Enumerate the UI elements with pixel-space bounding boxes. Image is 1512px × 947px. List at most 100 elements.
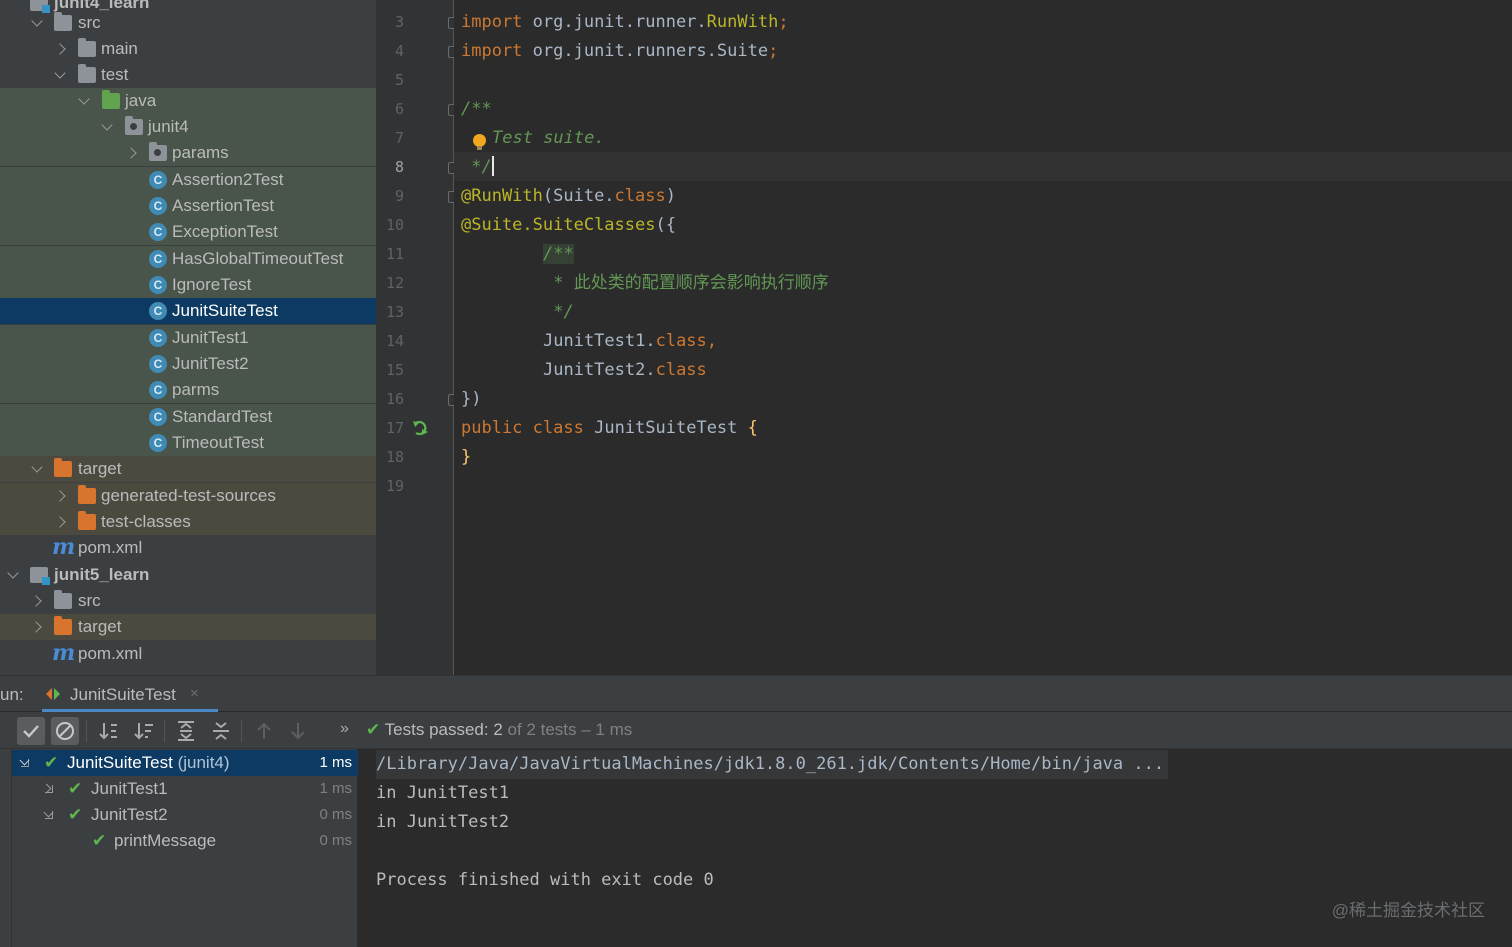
test-node-junitsuitetest[interactable]: ✔ JunitSuiteTest (junit4) 1 ms — [12, 750, 358, 776]
code-line-8: */ — [461, 156, 494, 177]
console-output[interactable]: /Library/Java/JavaVirtualMachines/jdk1.8… — [359, 749, 1512, 947]
tree-item-assertion2test[interactable]: C Assertion2Test — [0, 167, 376, 193]
class-icon: C — [149, 302, 167, 320]
line-number: 4 — [394, 42, 404, 60]
class-icon: C — [149, 381, 167, 399]
expand-all-icon — [178, 721, 194, 741]
chevron-down-icon[interactable] — [77, 88, 91, 114]
class-icon: C — [149, 250, 167, 268]
class-icon: C — [149, 434, 167, 452]
line-number: 6 — [394, 100, 404, 118]
passed-check-icon: ✔ — [92, 831, 107, 850]
tree-item-hasglobaltimeouttest[interactable]: C HasGlobalTimeoutTest — [0, 246, 376, 272]
tree-item-test-classes[interactable]: test-classes — [0, 509, 376, 535]
class-icon: C — [149, 276, 167, 294]
package-icon — [149, 142, 167, 161]
tab-junitsuitetest[interactable]: JunitSuiteTest × — [40, 676, 218, 713]
tree-item-exceptiontest[interactable]: C ExceptionTest — [0, 219, 376, 245]
chevron-down-icon[interactable] — [100, 114, 114, 140]
line-number: 14 — [385, 332, 404, 350]
tree-item-timeouttest[interactable]: C TimeoutTest — [0, 430, 376, 456]
tree-item-main[interactable]: main — [0, 36, 376, 62]
chevron-right-icon[interactable] — [41, 776, 56, 802]
console-line: Process finished with exit code 0 — [376, 870, 714, 890]
chevron-right-icon[interactable] — [55, 483, 69, 509]
tree-item-params[interactable]: params — [0, 140, 376, 166]
tree-item-generated-test-sources[interactable]: generated-test-sources — [0, 483, 376, 509]
arrow-up-icon — [257, 722, 271, 739]
project-tree: junit4_learn src main test java junit4 p… — [0, 0, 376, 675]
test-node-printmessage[interactable]: ✔ printMessage 0 ms — [12, 828, 358, 854]
excluded-folder-icon — [54, 616, 72, 635]
console-command-line[interactable]: /Library/Java/JavaVirtualMachines/jdk1.8… — [376, 750, 1169, 779]
test-config-icon — [46, 688, 60, 700]
module-icon — [30, 567, 50, 585]
expand-all-button[interactable] — [172, 717, 200, 745]
code-editor[interactable]: import org.junit.runner.RunWith; import … — [454, 0, 1512, 675]
code-line-9: @RunWith(Suite.class) — [461, 186, 676, 206]
chevron-right-icon[interactable] — [55, 509, 69, 535]
line-number: 10 — [385, 216, 404, 234]
tree-item-src[interactable]: src — [0, 10, 376, 36]
test-node-junittest2[interactable]: ✔ JunitTest2 0 ms — [12, 802, 358, 828]
arrow-down-icon — [291, 723, 305, 740]
chevron-down-icon[interactable] — [18, 750, 32, 776]
maven-icon: m — [52, 534, 76, 560]
tree-item-target[interactable]: target — [0, 456, 376, 482]
code-line-6: /** — [461, 99, 492, 119]
run-test-gutter-icon[interactable] — [412, 419, 430, 437]
tree-item-junit5-learn[interactable]: junit5_learn — [0, 562, 376, 588]
toolbar-separator — [86, 720, 87, 742]
current-line-highlight — [454, 152, 1512, 181]
excluded-folder-icon — [54, 458, 72, 477]
tree-item-test[interactable]: test — [0, 62, 376, 88]
tree-item-assertiontest[interactable]: C AssertionTest — [0, 193, 376, 219]
tree-item-junit4[interactable]: junit4 — [0, 114, 376, 140]
passed-check-icon: ✔ — [44, 753, 59, 772]
sort-alphabetically-button[interactable] — [95, 717, 123, 745]
tree-item-standardtest[interactable]: C StandardTest — [0, 404, 376, 430]
chevron-down-icon[interactable] — [6, 562, 20, 588]
more-actions-icon[interactable]: » — [340, 720, 349, 738]
toolbar-separator — [164, 720, 165, 742]
sort-duration-icon — [134, 723, 153, 740]
lightbulb-icon[interactable] — [473, 134, 486, 150]
close-tab-icon[interactable]: × — [190, 685, 199, 702]
watermark: @稀土掘金技术社区 — [1331, 901, 1485, 920]
chevron-down-icon[interactable] — [30, 456, 44, 482]
toolbar-separator — [241, 720, 242, 742]
chevron-down-icon[interactable] — [53, 62, 67, 88]
collapse-all-button[interactable] — [207, 717, 235, 745]
show-passed-button[interactable] — [17, 717, 45, 745]
run-toolbar: » ✔ Tests passed: 2 of 2 tests – 1 ms — [0, 712, 1512, 749]
collapse-all-icon — [213, 722, 229, 740]
tree-item-junittest1[interactable]: C JunitTest1 — [0, 325, 376, 351]
tree-item-java[interactable]: java — [0, 88, 376, 114]
next-failed-button[interactable] — [284, 717, 312, 745]
tree-item-junittest2[interactable]: C JunitTest2 — [0, 351, 376, 377]
passed-check-icon: ✔ — [366, 720, 381, 739]
tree-item-target-2[interactable]: target — [0, 614, 376, 640]
chevron-right-icon[interactable] — [55, 36, 69, 62]
chevron-right-icon[interactable] — [31, 588, 45, 614]
tree-item-ignoretest[interactable]: C IgnoreTest — [0, 272, 376, 298]
test-node-junittest1[interactable]: ✔ JunitTest1 1 ms — [12, 776, 358, 802]
chevron-right-icon[interactable] — [31, 614, 45, 640]
chevron-down-icon[interactable] — [30, 10, 44, 36]
tree-item-junitsuitetest[interactable]: C JunitSuiteTest — [0, 298, 376, 324]
previous-failed-button[interactable] — [250, 717, 278, 745]
excluded-folder-icon — [78, 485, 96, 504]
tree-item-pom-xml[interactable]: m pom.xml — [0, 535, 376, 561]
tree-item-pom-xml-2[interactable]: m pom.xml — [0, 641, 376, 667]
console-line: in JunitTest1 — [376, 783, 510, 803]
tree-item-parms[interactable]: C parms — [0, 377, 376, 403]
line-number: 16 — [385, 390, 404, 408]
sort-by-duration-button[interactable] — [130, 717, 158, 745]
code-line-14: JunitTest1.class, — [543, 331, 718, 351]
chevron-down-icon[interactable] — [42, 802, 56, 828]
tool-window-stripe — [0, 749, 12, 947]
show-ignored-button[interactable] — [51, 717, 79, 745]
excluded-folder-icon — [78, 511, 96, 530]
chevron-right-icon[interactable] — [126, 140, 140, 166]
tree-item-src-2[interactable]: src — [0, 588, 376, 614]
